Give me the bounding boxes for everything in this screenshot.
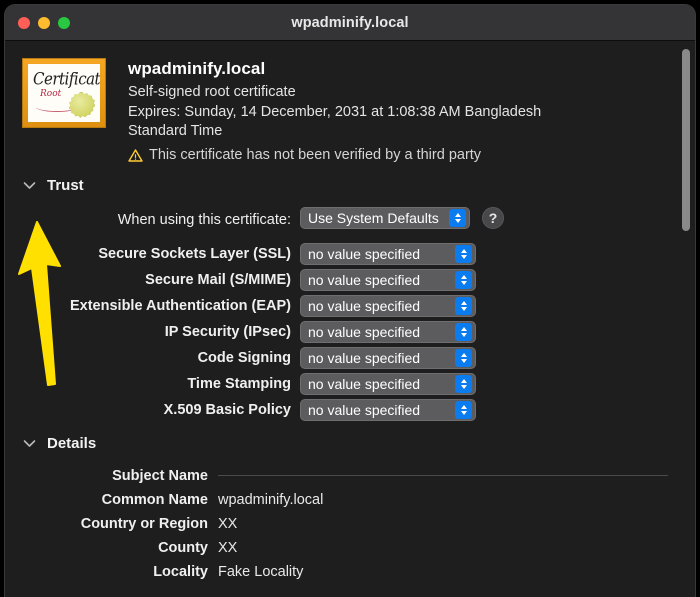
certificate-window: wpadminify.local Certificate Root wpadmi… [4,4,696,597]
detail-row: Subject Name [5,464,695,488]
trust-setting-value: no value specified [308,323,421,340]
trust-setting-row: Code Signing no value specified [5,346,695,369]
zoom-button-icon[interactable] [58,16,70,29]
trust-setting-row: IP Security (IPsec) no value specified [5,320,695,343]
trust-setting-popup[interactable]: no value specified [300,372,476,395]
details-list: Subject Name Common Name wpadminify.local C… [5,464,695,584]
certificate-warning-text: This certificate has not been verified b… [149,146,482,163]
trust-body: When using this certificate: Use System … [5,206,695,421]
detail-label: Country or Region [80,515,208,532]
help-button[interactable]: ? [482,206,504,229]
certificate-metadata: wpadminify.local Self-signed root certif… [106,58,695,163]
popup-stepper-icon[interactable] [455,348,472,367]
popup-stepper-icon[interactable] [455,374,472,393]
certificate-warning: This certificate has not been verified b… [128,147,695,163]
trust-setting-popup[interactable]: no value specified [300,320,476,343]
trust-setting-popup[interactable]: no value specified [300,268,476,291]
trust-setting-popup[interactable]: no value specified [300,242,476,265]
trust-setting-row: Extensible Authentication (EAP) no value … [5,294,695,317]
certificate-icon: Certificate Root [22,58,106,128]
trust-setting-value: no value specified [308,297,421,314]
popup-stepper-icon[interactable] [455,270,472,289]
detail-divider [218,475,668,477]
trust-section-title: Trust [47,176,84,194]
trust-setting-value: no value specified [308,271,421,288]
detail-label: Locality [153,563,208,580]
certificate-icon-sub-label: Root [40,89,62,99]
window-title: wpadminify.local [291,14,409,31]
trust-setting-popup[interactable]: no value specified [300,346,476,369]
trust-setting-label: Time Stamping [187,375,291,392]
trust-section-header[interactable]: Trust [5,177,695,194]
detail-row: Common Name wpadminify.local [5,488,695,512]
trust-setting-label: Secure Mail (S/MIME) [145,271,291,288]
certificate-type: Self-signed root certificate [128,84,296,100]
certificate-icon-main-label: Certificate [33,69,100,89]
certificate-header: Certificate Root wpadminify.local Self-s… [5,41,695,163]
trust-setting-value: no value specified [308,245,421,262]
popup-stepper-icon[interactable] [455,244,472,263]
detail-label: Subject Name [112,467,208,484]
detail-value: wpadminify.local [218,491,324,508]
trust-setting-popup[interactable]: no value specified [300,294,476,317]
detail-value: XX [218,515,238,532]
minimize-button-icon[interactable] [38,16,50,29]
trust-setting-label: Extensible Authentication (EAP) [69,297,291,314]
when-using-certificate-row: When using this certificate: Use System … [5,206,695,229]
trust-setting-row: Secure Mail (S/MIME) no value specified [5,268,695,291]
detail-value: XX [218,539,238,556]
popup-stepper-icon[interactable] [455,296,472,315]
popup-stepper-icon[interactable] [455,400,472,419]
details-section-header[interactable]: Details [5,435,695,452]
trust-setting-value: no value specified [308,401,421,418]
chevron-down-icon[interactable] [23,181,36,190]
trust-setting-value: no value specified [308,375,421,392]
trust-setting-label: Secure Sockets Layer (SSL) [98,245,291,262]
when-using-certificate-popup[interactable]: Use System Defaults [300,206,470,229]
warning-triangle-icon [128,148,143,162]
detail-value: Fake Locality [218,563,304,580]
when-using-certificate-label: When using this certificate: [117,211,291,228]
vertical-scrollbar[interactable] [679,45,693,597]
details-section-title: Details [47,434,97,452]
certificate-expiry: Expires: Sunday, 14 December, 2031 at 1:… [128,104,542,140]
trust-setting-value: no value specified [308,349,421,366]
detail-label: Common Name [101,491,208,508]
scrollbar-thumb[interactable] [682,49,690,231]
detail-row: Country or Region XX [5,512,695,536]
close-button-icon[interactable] [18,16,30,29]
trust-setting-popup[interactable]: no value specified [300,398,476,421]
popup-stepper-icon[interactable] [449,208,466,227]
detail-row: Locality Fake Locality [5,560,695,584]
trust-setting-label: Code Signing [197,349,291,366]
window-titlebar: wpadminify.local [5,5,695,41]
window-content: Certificate Root wpadminify.local Self-s… [5,41,695,597]
detail-row: County XX [5,536,695,560]
detail-label: County [158,539,208,556]
trust-setting-label: IP Security (IPsec) [164,323,291,340]
trust-settings-list: Secure Sockets Layer (SSL) no value speci… [5,242,695,421]
popup-stepper-icon[interactable] [455,322,472,341]
chevron-down-icon[interactable] [23,439,36,448]
when-using-certificate-value: Use System Defaults [308,209,439,226]
trust-setting-row: Time Stamping no value specified [5,372,695,395]
trust-setting-label: X.509 Basic Policy [163,401,291,418]
traffic-light-group [5,16,70,29]
trust-setting-row: Secure Sockets Layer (SSL) no value speci… [5,242,695,265]
trust-setting-row: X.509 Basic Policy no value specified [5,398,695,421]
certificate-seal-icon [69,92,95,118]
certificate-name: wpadminify.local [128,59,266,78]
